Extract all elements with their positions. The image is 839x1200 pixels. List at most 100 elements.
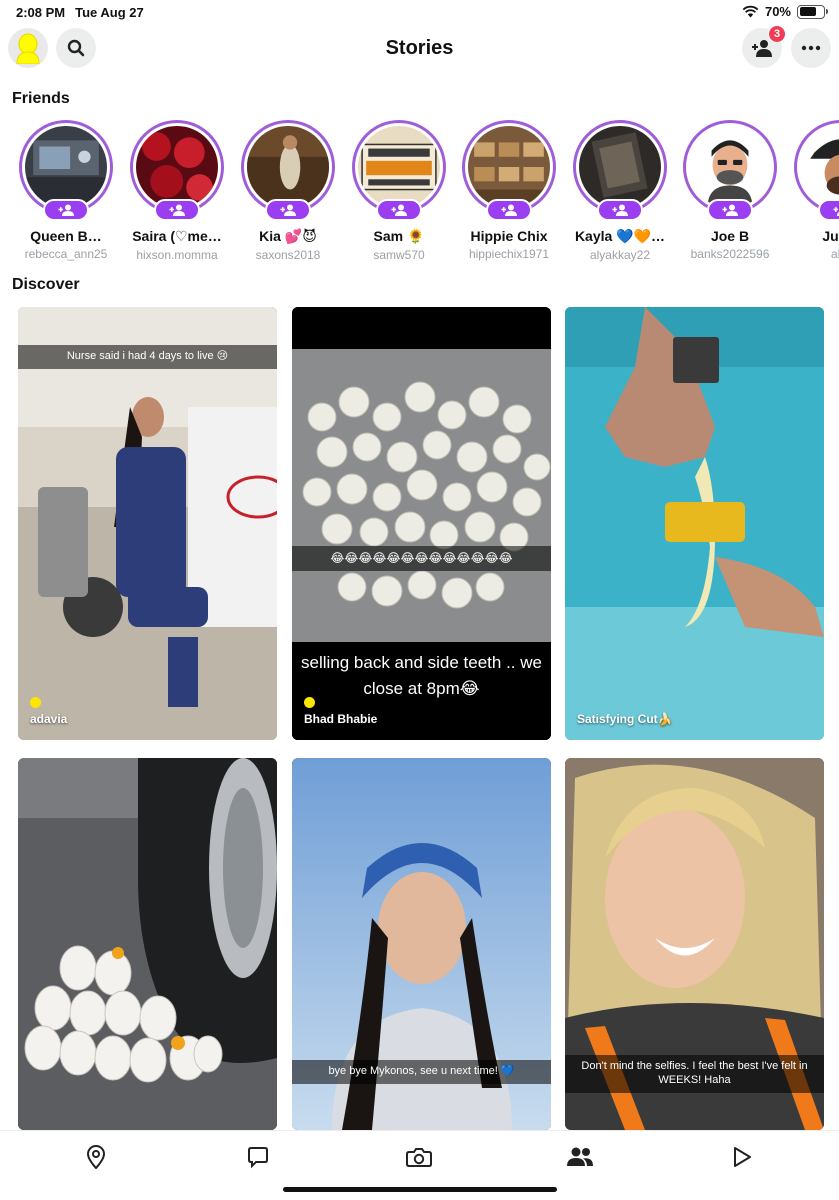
story-ring[interactable]	[19, 120, 113, 221]
story-thumbnail	[136, 126, 218, 208]
story-thumbnail	[358, 126, 440, 208]
card-publisher-name: Bhad Bhabie	[304, 712, 378, 726]
story-ring[interactable]	[130, 120, 224, 221]
friend-display-name: Kayla 💙🧡…	[574, 228, 666, 244]
friend-username: rebecca_ann25	[24, 247, 108, 261]
status-time: 2:08 PM	[16, 5, 66, 20]
friend-story-item[interactable]: Kia 💕😈 saxons2018	[233, 120, 343, 262]
story-thumbnail	[579, 126, 661, 208]
story-thumbnail	[247, 126, 329, 208]
battery-icon	[797, 4, 828, 19]
header: Stories 3	[0, 25, 839, 72]
card-caption: Nurse said i had 4 days to live 😢	[18, 345, 277, 369]
card-caption: 😂😂😂😂😂😂😂😂😂😂😂😂😂	[292, 546, 551, 571]
nav-stories-button[interactable]	[566, 1143, 594, 1171]
story-ring[interactable]	[794, 120, 839, 221]
friend-username: saxons2018	[255, 248, 321, 262]
card-image	[565, 307, 824, 740]
battery-level	[799, 7, 816, 16]
add-friend-icon	[169, 204, 185, 216]
add-friend-pill[interactable]	[597, 199, 643, 221]
friend-story-item[interactable]: Queen B… rebecca_ann25	[11, 120, 121, 261]
friend-username: banks2022596	[690, 247, 770, 261]
bottom-nav	[0, 1130, 839, 1200]
add-friend-icon	[501, 204, 517, 216]
friends-section-title: Friends	[12, 90, 70, 107]
map-pin-icon	[86, 1145, 106, 1169]
add-friend-pill[interactable]	[43, 199, 89, 221]
battery-percent: 70%	[764, 4, 791, 19]
star-icon	[30, 697, 41, 708]
story-thumbnail	[25, 126, 107, 208]
add-friend-icon	[722, 204, 738, 216]
discover-section-title: Discover	[12, 276, 80, 293]
friend-display-name: Queen B…	[30, 228, 102, 244]
friend-story-item[interactable]: Hippie Chix hippiechix1971	[454, 120, 564, 261]
add-friend-icon	[612, 204, 628, 216]
more-dots-icon	[801, 45, 821, 51]
card-caption: Don't mind the selfies. I feel the best …	[565, 1055, 824, 1093]
friend-story-item[interactable]: Kayla 💙🧡… alyakkay22	[565, 120, 675, 262]
story-ring[interactable]	[352, 120, 446, 221]
friend-story-item[interactable]: Saira (♡me… hixson.momma	[122, 120, 232, 262]
discover-card[interactable]: Nurse said i had 4 days to live 😢 adavia	[18, 307, 277, 740]
add-friend-pill[interactable]	[376, 199, 422, 221]
add-friend-button[interactable]: 3	[742, 25, 786, 68]
add-friend-pill[interactable]	[486, 199, 532, 221]
friend-display-name: Joe B	[710, 228, 750, 244]
story-ring[interactable]	[683, 120, 777, 221]
status-bar: 2:08 PM Tue Aug 27 70%	[0, 0, 839, 24]
add-friend-pill[interactable]	[707, 199, 753, 221]
nav-chat-button[interactable]	[244, 1143, 272, 1171]
add-friend-icon	[280, 204, 296, 216]
nav-camera-button[interactable]	[405, 1143, 433, 1171]
friends-story-row: Queen B… rebecca_ann25 Saira (♡me… hixso…	[0, 120, 839, 265]
friend-username: hippiechix1971	[468, 247, 550, 261]
star-icon	[304, 697, 315, 708]
discover-card[interactable]	[18, 758, 277, 1130]
discover-card[interactable]: Don't mind the selfies. I feel the best …	[565, 758, 824, 1130]
card-image	[18, 307, 277, 740]
spotlight-play-icon	[734, 1147, 751, 1167]
friend-request-badge: 3	[768, 25, 786, 43]
nav-map-button[interactable]	[82, 1143, 110, 1171]
friend-username: ahh	[830, 247, 839, 261]
page-title: Stories	[385, 37, 454, 59]
card-caption: bye bye Mykonos, see u next time! 💙	[292, 1060, 551, 1084]
card-big-caption: selling back and side teeth .. we close …	[301, 653, 542, 698]
add-friend-pill[interactable]	[154, 199, 200, 221]
home-indicator[interactable]	[283, 1187, 557, 1192]
card-publisher-name: adavia	[30, 712, 68, 726]
story-ring[interactable]	[573, 120, 667, 221]
nav-spotlight-button[interactable]	[728, 1143, 756, 1171]
friend-username: samw570	[373, 248, 425, 262]
add-friend-pill[interactable]	[818, 199, 839, 221]
add-friend-icon	[833, 207, 839, 216]
discover-card[interactable]: 😂😂😂😂😂😂😂😂😂😂😂😂😂 selling back and side teet…	[292, 307, 551, 740]
more-button[interactable]	[791, 28, 831, 68]
wifi-icon	[742, 5, 759, 18]
card-image	[18, 758, 277, 1130]
add-friend-pill[interactable]	[265, 199, 311, 221]
story-thumbnail	[689, 126, 771, 208]
friend-story-item[interactable]: Sam 🌻 samw570	[344, 120, 454, 262]
friend-username: alyakkay22	[589, 248, 651, 262]
friend-display-name: Justb	[822, 228, 839, 244]
add-friend-icon	[752, 40, 772, 57]
add-friend-icon	[391, 204, 407, 216]
status-date: Tue Aug 27	[75, 5, 144, 20]
stories-friends-icon	[567, 1147, 593, 1166]
card-publisher-name: Satisfying Cut🍌	[577, 712, 673, 726]
story-thumbnail	[800, 126, 839, 208]
friend-story-item[interactable]: Joe B banks2022596	[675, 120, 785, 261]
friend-display-name: Kia 💕😈	[259, 228, 317, 244]
friend-display-name: Saira (♡me…	[132, 228, 222, 244]
story-ring[interactable]	[241, 120, 335, 221]
discover-card[interactable]: Satisfying Cut🍌	[565, 307, 824, 740]
friend-username: hixson.momma	[136, 248, 218, 262]
story-thumbnail	[468, 126, 550, 208]
add-friend-icon	[58, 204, 74, 216]
friend-story-item[interactable]: Justb ahh	[786, 120, 839, 261]
discover-card[interactable]: bye bye Mykonos, see u next time! 💙	[292, 758, 551, 1130]
story-ring[interactable]	[462, 120, 556, 221]
